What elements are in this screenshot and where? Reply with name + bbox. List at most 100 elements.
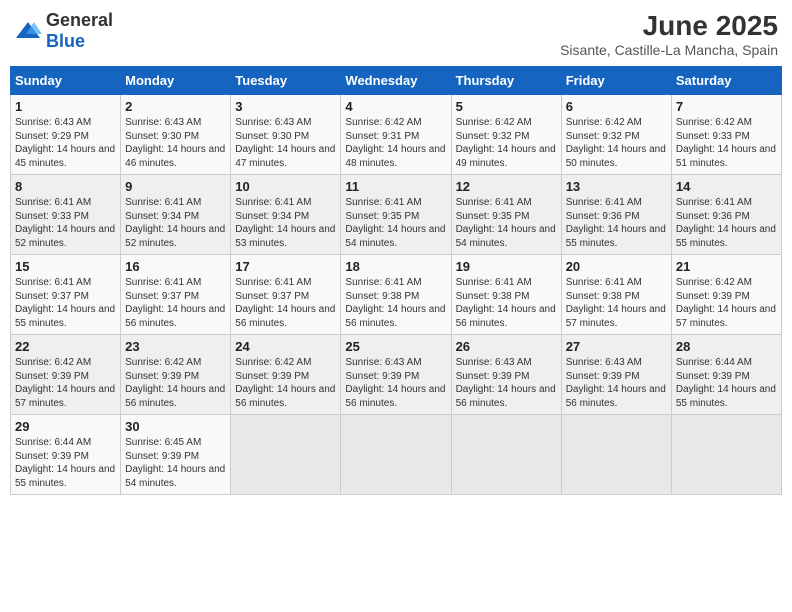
cell-info: Sunrise: 6:41 AM Sunset: 9:38 PM Dayligh… — [345, 276, 446, 330]
day-number: 14 — [676, 179, 777, 194]
calendar-week-row: 8Sunrise: 6:41 AM Sunset: 9:33 PM Daylig… — [11, 175, 782, 255]
cell-info: Sunrise: 6:41 AM Sunset: 9:34 PM Dayligh… — [125, 196, 226, 250]
day-number: 18 — [345, 259, 446, 274]
weekday-header-row: SundayMondayTuesdayWednesdayThursdayFrid… — [11, 67, 782, 95]
day-number: 1 — [15, 99, 116, 114]
weekday-header: Saturday — [671, 67, 781, 95]
calendar-cell: 24 Sunrise: 6:42 AM Sunset: 9:39 PM Dayli… — [231, 335, 341, 415]
logo: General Blue — [14, 10, 113, 52]
logo-icon — [14, 20, 42, 42]
cell-info: Sunrise: 6:44 AM Sunset: 9:39 PM Dayligh… — [15, 436, 116, 490]
cell-info: Sunrise: 6:41 AM Sunset: 9:36 PM Dayligh… — [676, 196, 777, 250]
calendar-cell: 10Sunrise: 6:41 AM Sunset: 9:34 PM Dayli… — [231, 175, 341, 255]
day-number: 7 — [676, 99, 777, 114]
calendar-cell: 19 Sunrise: 6:41 AM Sunset: 9:38 PM Dayli… — [451, 255, 561, 335]
cell-info: Sunrise: 6:42 AM Sunset: 9:39 PM Dayligh… — [15, 356, 116, 410]
calendar-cell: 29 Sunrise: 6:44 AM Sunset: 9:39 PM Dayli… — [11, 415, 121, 495]
calendar-cell: 25 Sunrise: 6:43 AM Sunset: 9:39 PM Dayli… — [341, 335, 451, 415]
day-number: 2 — [125, 99, 226, 114]
cell-info: Sunrise: 6:42 AM Sunset: 9:31 PM Dayligh… — [345, 116, 446, 170]
weekday-header: Tuesday — [231, 67, 341, 95]
title-area: June 2025 Sisante, Castille-La Mancha, S… — [560, 10, 778, 58]
day-number: 25 — [345, 339, 446, 354]
calendar-cell: 4 Sunrise: 6:42 AM Sunset: 9:31 PM Daylig… — [341, 95, 451, 175]
day-number: 22 — [15, 339, 116, 354]
calendar-cell: 11 Sunrise: 6:41 AM Sunset: 9:35 PM Dayli… — [341, 175, 451, 255]
calendar-table: SundayMondayTuesdayWednesdayThursdayFrid… — [10, 66, 782, 495]
day-number: 24 — [235, 339, 336, 354]
cell-info: Sunrise: 6:44 AM Sunset: 9:39 PM Dayligh… — [676, 356, 777, 410]
calendar-cell — [451, 415, 561, 495]
weekday-header: Monday — [121, 67, 231, 95]
cell-info: Sunrise: 6:41 AM Sunset: 9:33 PM Dayligh… — [15, 196, 116, 250]
weekday-header: Wednesday — [341, 67, 451, 95]
day-number: 26 — [456, 339, 557, 354]
calendar-cell: 14 Sunrise: 6:41 AM Sunset: 9:36 PM Dayli… — [671, 175, 781, 255]
calendar-cell: 9Sunrise: 6:41 AM Sunset: 9:34 PM Daylig… — [121, 175, 231, 255]
day-number: 13 — [566, 179, 667, 194]
calendar-cell: 23 Sunrise: 6:42 AM Sunset: 9:39 PM Dayli… — [121, 335, 231, 415]
calendar-cell: 21 Sunrise: 6:42 AM Sunset: 9:39 PM Dayli… — [671, 255, 781, 335]
day-number: 17 — [235, 259, 336, 274]
logo-general: General — [46, 10, 113, 30]
day-number: 6 — [566, 99, 667, 114]
calendar-week-row: 22 Sunrise: 6:42 AM Sunset: 9:39 PM Dayli… — [11, 335, 782, 415]
day-number: 4 — [345, 99, 446, 114]
day-number: 15 — [15, 259, 116, 274]
day-number: 21 — [676, 259, 777, 274]
day-number: 16 — [125, 259, 226, 274]
calendar-cell: 28Sunrise: 6:44 AM Sunset: 9:39 PM Dayli… — [671, 335, 781, 415]
cell-info: Sunrise: 6:41 AM Sunset: 9:37 PM Dayligh… — [125, 276, 226, 330]
calendar-cell — [231, 415, 341, 495]
cell-info: Sunrise: 6:41 AM Sunset: 9:35 PM Dayligh… — [345, 196, 446, 250]
cell-info: Sunrise: 6:43 AM Sunset: 9:39 PM Dayligh… — [345, 356, 446, 410]
calendar-cell: 5Sunrise: 6:42 AM Sunset: 9:32 PM Daylig… — [451, 95, 561, 175]
cell-info: Sunrise: 6:41 AM Sunset: 9:35 PM Dayligh… — [456, 196, 557, 250]
day-number: 30 — [125, 419, 226, 434]
cell-info: Sunrise: 6:42 AM Sunset: 9:39 PM Dayligh… — [125, 356, 226, 410]
day-number: 19 — [456, 259, 557, 274]
calendar-cell: 2 Sunrise: 6:43 AM Sunset: 9:30 PM Daylig… — [121, 95, 231, 175]
day-number: 20 — [566, 259, 667, 274]
cell-info: Sunrise: 6:43 AM Sunset: 9:39 PM Dayligh… — [456, 356, 557, 410]
calendar-week-row: 1 Sunrise: 6:43 AM Sunset: 9:29 PM Daylig… — [11, 95, 782, 175]
day-number: 3 — [235, 99, 336, 114]
cell-info: Sunrise: 6:41 AM Sunset: 9:38 PM Dayligh… — [566, 276, 667, 330]
logo-blue: Blue — [46, 31, 85, 51]
day-number: 12 — [456, 179, 557, 194]
cell-info: Sunrise: 6:43 AM Sunset: 9:30 PM Dayligh… — [125, 116, 226, 170]
calendar-cell: 20 Sunrise: 6:41 AM Sunset: 9:38 PM Dayli… — [561, 255, 671, 335]
cell-info: Sunrise: 6:41 AM Sunset: 9:38 PM Dayligh… — [456, 276, 557, 330]
calendar-cell: 27 Sunrise: 6:43 AM Sunset: 9:39 PM Dayli… — [561, 335, 671, 415]
day-number: 5 — [456, 99, 557, 114]
weekday-header: Sunday — [11, 67, 121, 95]
calendar-cell: 6 Sunrise: 6:42 AM Sunset: 9:32 PM Daylig… — [561, 95, 671, 175]
cell-info: Sunrise: 6:45 AM Sunset: 9:39 PM Dayligh… — [125, 436, 226, 490]
day-number: 27 — [566, 339, 667, 354]
day-number: 11 — [345, 179, 446, 194]
day-number: 23 — [125, 339, 226, 354]
calendar-cell: 16 Sunrise: 6:41 AM Sunset: 9:37 PM Dayli… — [121, 255, 231, 335]
subtitle: Sisante, Castille-La Mancha, Spain — [560, 42, 778, 58]
cell-info: Sunrise: 6:43 AM Sunset: 9:29 PM Dayligh… — [15, 116, 116, 170]
calendar-cell: 15Sunrise: 6:41 AM Sunset: 9:37 PM Dayli… — [11, 255, 121, 335]
cell-info: Sunrise: 6:42 AM Sunset: 9:39 PM Dayligh… — [676, 276, 777, 330]
calendar-cell — [671, 415, 781, 495]
calendar-cell: 22 Sunrise: 6:42 AM Sunset: 9:39 PM Dayli… — [11, 335, 121, 415]
calendar-cell: 8Sunrise: 6:41 AM Sunset: 9:33 PM Daylig… — [11, 175, 121, 255]
cell-info: Sunrise: 6:43 AM Sunset: 9:30 PM Dayligh… — [235, 116, 336, 170]
calendar-cell: 17Sunrise: 6:41 AM Sunset: 9:37 PM Dayli… — [231, 255, 341, 335]
cell-info: Sunrise: 6:43 AM Sunset: 9:39 PM Dayligh… — [566, 356, 667, 410]
cell-info: Sunrise: 6:42 AM Sunset: 9:32 PM Dayligh… — [566, 116, 667, 170]
weekday-header: Thursday — [451, 67, 561, 95]
calendar-cell: 30 Sunrise: 6:45 AM Sunset: 9:39 PM Dayli… — [121, 415, 231, 495]
main-title: June 2025 — [560, 10, 778, 42]
calendar-week-row: 15 Sunrise: 6:41 AM Sunset: 9:37 PM Dayli… — [11, 255, 782, 335]
calendar-cell: 3 Sunrise: 6:43 AM Sunset: 9:30 PM Daylig… — [231, 95, 341, 175]
calendar-cell: 7Sunrise: 6:42 AM Sunset: 9:33 PM Daylig… — [671, 95, 781, 175]
weekday-header: Friday — [561, 67, 671, 95]
cell-info: Sunrise: 6:42 AM Sunset: 9:39 PM Dayligh… — [235, 356, 336, 410]
cell-info: Sunrise: 6:41 AM Sunset: 9:34 PM Dayligh… — [235, 196, 336, 250]
day-number: 29 — [15, 419, 116, 434]
calendar-cell — [341, 415, 451, 495]
